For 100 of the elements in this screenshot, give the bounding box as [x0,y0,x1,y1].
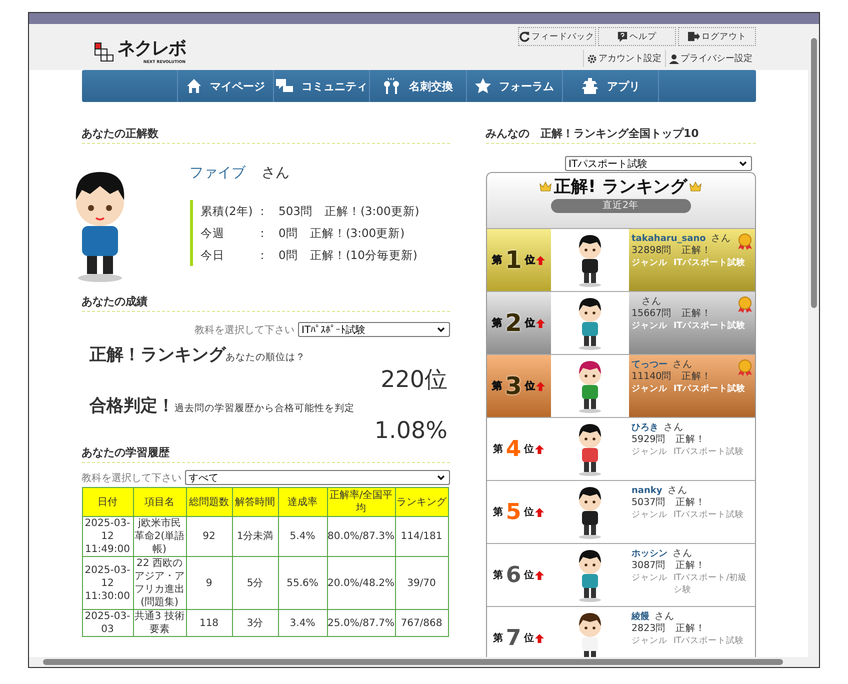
section-title: あなたの成績 [82,294,450,312]
genre-text: ITパスポート試験 [674,383,746,395]
medal-icon [736,296,752,314]
rank-suffix: 位 [524,632,534,645]
up-arrow-icon [536,382,545,390]
column-header: ランキング [395,488,448,516]
rank-suffix: 位 [524,254,535,267]
privacy-settings-link[interactable]: プライバシー設定 [664,50,756,67]
vertical-scrollbar[interactable] [808,24,819,657]
table-cell: 118 [186,610,232,636]
answer-count: 2823問 [632,623,666,634]
help-button[interactable]: ヘルプ [598,27,676,46]
correct-label: 正解！ [682,371,712,382]
result-value: 1.08% [373,417,448,445]
section-title: みんなの 正解！ランキング全国トップ10 [486,126,756,144]
user-name-link[interactable]: nanky [632,486,662,496]
table-cell: 39/70 [395,556,448,610]
nav-item[interactable]: 名刺交換 [370,70,467,102]
table-cell: 3.4% [278,610,327,636]
subject-select[interactable]: すべて [184,470,450,485]
table-cell: 25.0%/87.7% [327,610,395,636]
rank-suffix: 位 [524,316,535,330]
column-header: 達成率 [278,488,327,516]
nav-item[interactable]: マイページ [178,70,274,102]
logo-text[interactable]: ネクレボ [118,39,186,59]
honorific-text: さん [262,164,290,182]
section-title: あなたの学習履歴 [82,445,450,463]
rank-number: 4 [504,436,522,462]
honorific-text: さん [667,485,688,496]
chevron-icon [436,326,444,332]
genre-text: ITパスポート試験 [674,509,746,521]
subject-select[interactable]: ITﾊﾟｽﾎﾟｰﾄ試験 [298,322,450,337]
star-icon [474,78,491,94]
table-cell: 92 [186,516,232,556]
horizontal-scrollbar[interactable] [29,657,819,667]
genre-label: ジャンル [632,257,668,269]
nav-item[interactable]: アプリ [562,70,660,102]
stat-colon: ： [256,204,270,218]
answer-count: 32898問 [632,245,672,256]
nav-item[interactable]: コミュニティ [274,70,370,102]
rank-number: 7 [504,626,522,650]
rank-prefix: 第 [492,506,503,519]
section-title: あなたの正解数 [82,126,450,144]
user-name-link[interactable]: ひろき [632,423,658,433]
up-arrow-icon [535,570,544,580]
rank-prefix: 第 [492,632,503,645]
correct-label: 正解！ [682,308,712,319]
rank-number: 5 [504,500,522,524]
genre-label: ジャンル [632,572,668,585]
genre-label: ジャンル [632,635,668,647]
correct-label: 正解！ [682,245,712,256]
user-name-link[interactable]: ファイブ [190,164,246,182]
table-cell: 5.4% [278,516,327,556]
column-header: 解答時間 [232,488,278,516]
rank-suffix: 位 [524,380,535,393]
rank-prefix: 第 [492,254,502,267]
rank-number: 3 [504,372,523,400]
honorific-text: さん [710,233,731,244]
stat-label: 今日 [200,248,226,262]
table-cell: 1分未満 [232,516,278,556]
rank-prefix: 第 [492,442,503,456]
column-header: 日付 [82,488,133,516]
stat-value: 0問 正解！(3:00更新) [278,226,405,240]
user-name-link[interactable]: 綾饅 [632,612,650,622]
logo-squares-icon [94,42,116,62]
column-header: 項目名 [133,488,186,516]
table-cell: 80.0%/87.3% [327,516,395,556]
table-cell: 2025-03-03 [82,610,133,636]
rank-number: 6 [504,562,522,588]
genre-label: ジャンル [632,320,668,332]
table-cell: 3分 [232,610,278,636]
ranking-title: 正解! ランキング [554,176,687,198]
logout-button[interactable]: ログアウト [678,27,756,46]
chevron-icon [738,160,746,166]
rank-suffix: 位 [524,442,534,456]
rank-suffix: 位 [524,506,534,519]
correct-label: 正解！ [676,560,706,571]
user-name-link[interactable]: takaharu_sano [632,234,706,244]
honorific-text: さん [672,548,692,559]
feedback-button[interactable]: フィードバック [518,27,596,46]
table-cell: 5分 [232,556,278,610]
subject-select[interactable]: ITパスポート試験 [564,156,752,171]
table-cell: 9 [186,556,232,610]
correct-label: 正解！ [676,623,706,634]
stat-colon: ： [256,248,270,262]
column-header: 正解率/全国平均 [327,488,395,516]
rank-prefix: 第 [492,568,503,582]
stat-label: 累積(2年) [200,204,254,218]
chat-bubbles-icon [276,78,294,94]
nav-item[interactable]: フォーラム [466,70,563,102]
correct-label: 正解！ [676,497,706,508]
answer-count: 5037問 [632,497,666,508]
up-arrow-icon [536,256,545,264]
result-heading: 合格判定！ [90,395,174,417]
user-name-link[interactable]: ホッシン [632,549,668,559]
answer-count: 15667問 [632,308,672,319]
answer-count: 5929問 [632,434,666,445]
account-settings-link[interactable]: アカウント設定 [582,50,664,67]
period-tab[interactable]: 直近2年 [550,199,690,213]
result-caption: あなたの順位は？ [226,352,306,364]
